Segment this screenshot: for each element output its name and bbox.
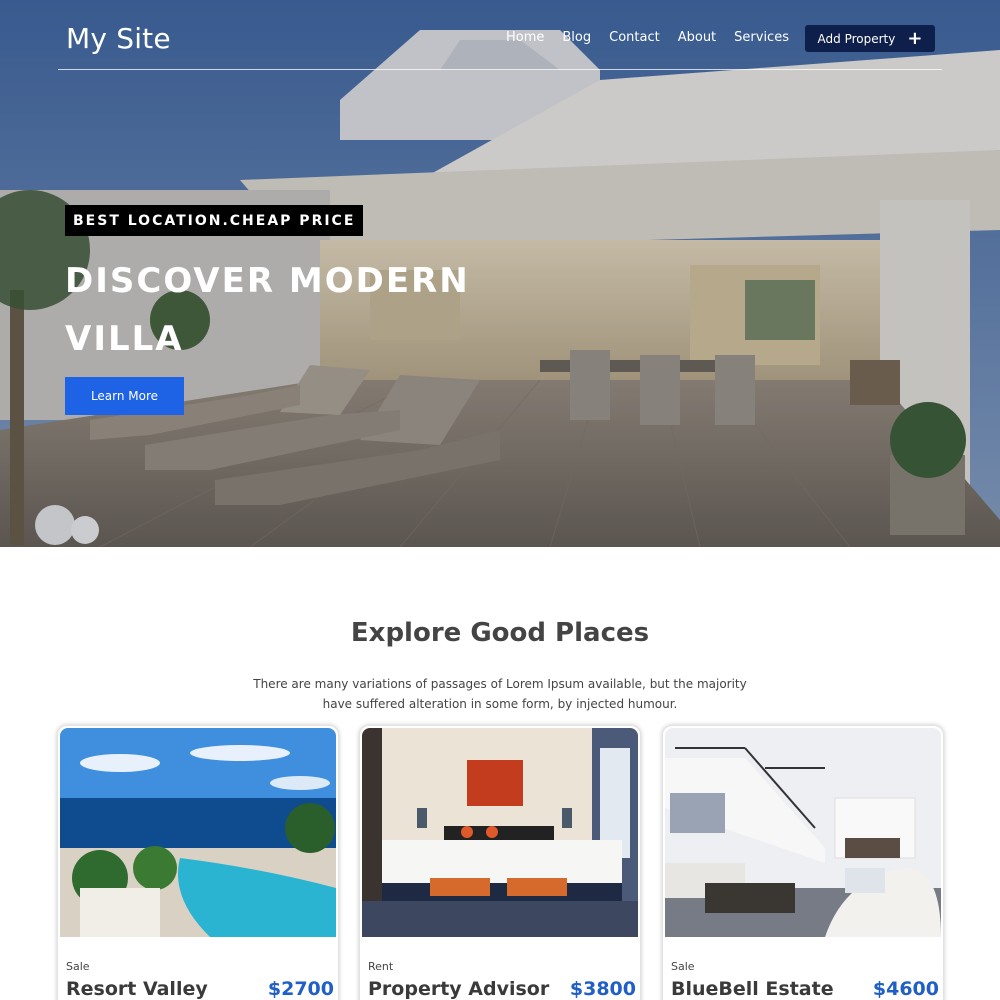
hero-section: My Site Home Blog Contact About Services… [0,0,1000,547]
property-image-resort[interactable] [60,728,336,937]
section-title: Explore Good Places [350,618,650,648]
section-description: There are many variations of passages of… [253,677,747,711]
nav-blog[interactable]: Blog [562,30,591,45]
listing-price: $2700 [267,978,334,1000]
header-divider [58,69,942,70]
learn-more-button[interactable]: Learn More [65,377,184,415]
site-logo[interactable]: My Site [66,22,171,55]
add-property-label: Add Property [817,31,896,46]
listing-type: Rent [368,960,394,973]
listing-price: $3800 [569,978,636,1000]
add-property-button[interactable]: Add Property + [805,25,935,52]
listing-name[interactable]: Property Advisor [368,978,549,1000]
listing-name[interactable]: Resort Valley [66,978,208,1000]
nav-about[interactable]: About [678,30,716,45]
listing-type: Sale [671,960,695,973]
property-image-living-room[interactable] [665,728,941,937]
listing-name[interactable]: BlueBell Estate [671,978,834,1000]
property-image-bedroom[interactable] [362,728,638,937]
property-card[interactable]: Rent Property Advisor $3800 [359,725,641,1000]
property-card[interactable]: Sale BlueBell Estate $4600 [662,725,944,1000]
nav-contact[interactable]: Contact [609,30,660,45]
listing-type: Sale [66,960,90,973]
hero-tagline: BEST LOCATION.CHEAP PRICE [65,205,364,236]
nav-home[interactable]: Home [506,30,544,45]
main-nav: Home Blog Contact About Services [506,30,807,45]
hero-title: DISCOVER MODERN VILLA [65,261,470,359]
property-card[interactable]: Sale Resort Valley $2700 [57,725,339,1000]
plus-icon: + [907,27,923,49]
nav-services[interactable]: Services [734,30,789,45]
listing-price: $4600 [872,978,939,1000]
